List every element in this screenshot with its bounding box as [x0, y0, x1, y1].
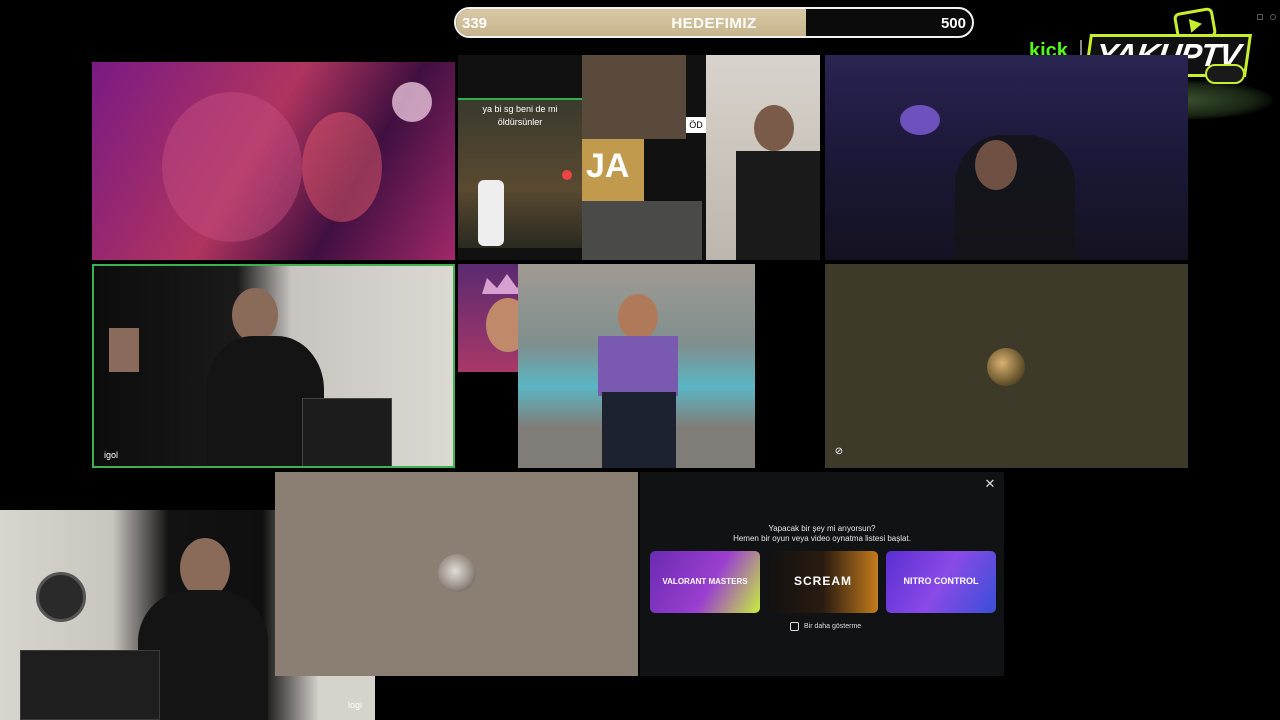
purple-light [900, 105, 940, 135]
podcast-clip [582, 201, 702, 260]
window-restore-icon[interactable] [1257, 14, 1263, 20]
dont-show-again-checkbox[interactable] [790, 622, 799, 631]
video-tile-streamer-main[interactable]: igol [92, 264, 455, 468]
monitor [20, 650, 160, 720]
activity-title: Yapacak bir şey mi arıyorsun? [768, 524, 876, 533]
video-tile-party[interactable] [92, 62, 455, 260]
man-with-bottle-clip [706, 55, 820, 260]
man-head [754, 105, 794, 151]
activity-card-label: SCREAM [793, 574, 852, 589]
participant-label: logi [348, 700, 363, 710]
man-body [736, 151, 820, 260]
video-tile-crown-meme[interactable] [458, 264, 755, 468]
monitor [302, 398, 392, 466]
text-clip: JA [582, 139, 644, 201]
man-head [618, 294, 658, 340]
video-tile-streamer-room[interactable] [825, 55, 1188, 260]
phone-video-clip: ya bi sg beni de mi öldürsünler [458, 98, 582, 248]
participant-avatar [438, 554, 476, 592]
participant-avatar [987, 348, 1025, 386]
goal-target-value: 500 [940, 15, 966, 32]
face-clip [582, 55, 686, 139]
activity-card-label: NITRO CONTROL [903, 576, 979, 587]
fountain-clip [518, 264, 755, 468]
activity-subtitle: Hemen bir oyun veya video oynatma listes… [733, 534, 911, 543]
goal-progress-bar: 339 HEDEFIMIZ 500 [454, 7, 974, 38]
clip-caption-line2: öldürsünler [497, 117, 543, 127]
mic-off-icon: ⊘ [834, 446, 844, 457]
dont-show-again-row[interactable]: Bir daha gösterme [790, 622, 861, 631]
activity-launcher-panel: ✕ Yapacak bir şey mi arıyorsun? Hemen bi… [640, 472, 1004, 676]
big-text: JA [586, 147, 630, 185]
heart-icon [562, 170, 572, 180]
wall-poster [109, 328, 139, 372]
blurred-face [162, 92, 302, 242]
dartboard-icon [36, 572, 86, 622]
activity-card-valorant[interactable]: VALORANT MASTERS [650, 551, 760, 613]
purple-shirt [598, 336, 678, 396]
blurred-person [302, 112, 382, 222]
dont-show-again-label: Bir daha gösterme [804, 623, 862, 630]
activity-card-scream[interactable]: SCREAM [768, 551, 878, 613]
light-flare [392, 82, 432, 122]
streamer-face [232, 288, 278, 342]
clip-caption-line1: ya bi sg beni de mi [482, 104, 558, 114]
streamer-face [975, 140, 1017, 190]
gamepad-icon [1205, 64, 1245, 84]
side-text: ÖD [686, 117, 706, 133]
video-tile-avatar-cat[interactable] [275, 472, 638, 676]
video-tile-meme-collage[interactable]: ya bi sg beni de mi öldürsünler JA ÖD [458, 55, 820, 260]
activity-card-label: VALORANT MASTERS [662, 576, 748, 586]
person-figure [478, 180, 504, 246]
video-tile-avatar-only[interactable]: ⊘ [825, 264, 1188, 468]
participant-label: igol [104, 450, 119, 460]
window-close-icon[interactable] [1270, 14, 1276, 20]
close-icon[interactable]: ✕ [982, 476, 998, 492]
activity-card-nitro-control[interactable]: NITRO CONTROL [886, 551, 996, 613]
streamer-face [180, 538, 230, 598]
man-legs [602, 392, 676, 468]
goal-title: HEDEFIMIZ [671, 15, 757, 32]
